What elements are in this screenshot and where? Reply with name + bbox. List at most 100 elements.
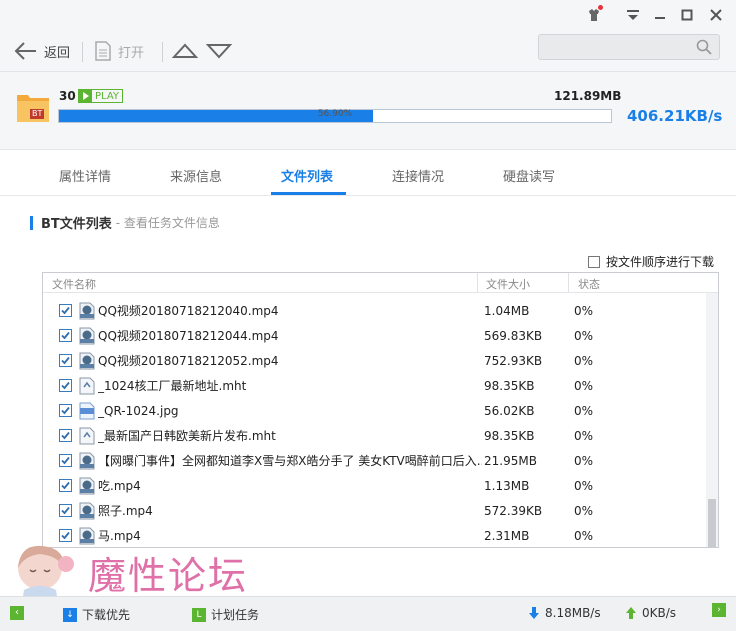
upload-speed-value: 0KB/s (642, 606, 677, 620)
table-row[interactable]: QQ视频20180718212040.mp4 1.04MB 0% (43, 298, 707, 323)
file-name: _QR-1024.jpg (98, 403, 179, 418)
file-status: 0% (574, 528, 594, 543)
scrollbar-thumb[interactable] (708, 499, 716, 547)
table-row[interactable]: 吃.mp4 1.13MB 0% (43, 473, 707, 498)
active-tab-indicator (271, 192, 346, 195)
back-button[interactable]: 返回 (14, 40, 70, 62)
row-checkbox[interactable] (59, 429, 72, 442)
section-title: BT文件列表 - 查看任务文件信息 (30, 213, 220, 232)
watermark-title: 魔性论坛 (88, 554, 249, 598)
skin-icon[interactable] (586, 5, 603, 23)
mp4-icon (79, 527, 95, 545)
row-checkbox[interactable] (59, 329, 72, 342)
move-down-button[interactable] (206, 40, 232, 62)
jpg-icon (79, 402, 95, 420)
download-priority-label: 下载优先 (82, 608, 131, 622)
clock-icon: L (192, 607, 206, 622)
download-priority-button[interactable]: ↓ 下载优先 (63, 606, 130, 623)
file-name: 照子.mp4 (98, 504, 153, 518)
global-download-speed: 8.18MB/s (528, 606, 601, 620)
file-status: 0% (574, 328, 594, 343)
maximize-icon[interactable] (679, 7, 695, 23)
mht-icon (79, 377, 95, 395)
toolbar: 返回 打开 (0, 30, 736, 72)
file-size: 2.31MB (484, 528, 530, 543)
mht-icon (79, 427, 95, 445)
sequential-download-checkbox[interactable] (588, 255, 600, 268)
table-row[interactable]: _QR-1024.jpg 56.02KB 0% (43, 398, 707, 423)
task-header: BT 30 PLAY 121.89MB 56.90% 406.21KB/s (0, 72, 736, 150)
row-checkbox[interactable] (59, 354, 72, 367)
file-name: QQ视频20180718212044.mp4 (98, 329, 279, 343)
file-size: 752.93KB (484, 353, 543, 368)
play-icon (79, 90, 92, 102)
table-row[interactable]: 照子.mp4 572.39KB 0% (43, 498, 707, 523)
open-label: 打开 (118, 45, 145, 61)
tab-file-list[interactable]: 文件列表 (281, 166, 333, 185)
file-size: 1.13MB (484, 478, 530, 493)
statusbar-more-button[interactable]: › (712, 603, 726, 617)
search-icon[interactable] (696, 39, 712, 55)
table-row[interactable]: 【网曝门事件】全网都知道李X雪与郑X皓分手了 美女KTV喝醉前口后入... 21.… (43, 448, 707, 473)
search-input[interactable] (538, 34, 720, 60)
document-icon (95, 41, 111, 61)
column-header-name[interactable]: 文件名称 (52, 276, 96, 292)
tab-connections[interactable]: 连接情况 (392, 166, 444, 185)
triangle-up-icon (172, 43, 198, 58)
row-checkbox[interactable] (59, 504, 72, 517)
collapse-button[interactable]: ‹ (10, 606, 24, 620)
table-row[interactable]: _最新国产日韩欧美新片发布.mht 98.35KB 0% (43, 423, 707, 448)
column-header-status[interactable]: 状态 (578, 276, 600, 292)
move-up-button[interactable] (172, 40, 198, 62)
section-subtitle: - 查看任务文件信息 (115, 216, 220, 230)
notification-dot (598, 5, 603, 10)
row-checkbox[interactable] (59, 479, 72, 492)
file-status: 0% (574, 303, 594, 318)
bt-folder-icon: BT (16, 91, 50, 123)
download-speed: 406.21KB/s (627, 107, 723, 125)
mp4-icon (79, 502, 95, 520)
title-bar (0, 0, 736, 30)
row-checkbox[interactable] (59, 379, 72, 392)
progress-text: 56.90% (317, 109, 353, 119)
table-row[interactable]: QQ视频20180718212052.mp4 752.93KB 0% (43, 348, 707, 373)
column-divider[interactable] (477, 273, 478, 293)
table-row[interactable]: QQ视频20180718212044.mp4 569.83KB 0% (43, 323, 707, 348)
column-header-size[interactable]: 文件大小 (486, 276, 530, 292)
section-accent-bar (30, 215, 33, 230)
task-size: 121.89MB (554, 89, 622, 103)
close-icon[interactable] (708, 7, 724, 23)
table-scrollbar[interactable] (706, 293, 718, 547)
play-button[interactable]: PLAY (78, 89, 124, 103)
play-label: PLAY (95, 90, 120, 102)
row-checkbox[interactable] (59, 454, 72, 467)
mp4-icon (79, 452, 95, 470)
open-button[interactable]: 打开 (94, 40, 144, 62)
sequential-download-option[interactable]: 按文件顺序进行下载 (588, 253, 714, 270)
menu-icon[interactable] (625, 7, 641, 23)
file-table: 文件名称 文件大小 状态 QQ视频20180718212040.mp4 1.04M… (42, 272, 719, 548)
table-row[interactable]: _1024核工厂最新地址.mht 98.35KB 0% (43, 373, 707, 398)
tab-disk-io[interactable]: 硬盘读写 (503, 166, 555, 185)
mp4-icon (79, 477, 95, 495)
tab-source[interactable]: 来源信息 (170, 166, 222, 185)
scheduled-task-button[interactable]: L 计划任务 (192, 606, 259, 623)
table-row[interactable]: 马.mp4 2.31MB 0% (43, 523, 707, 547)
global-upload-speed: 0KB/s (625, 606, 676, 620)
file-name: 马.mp4 (98, 529, 141, 543)
file-size: 98.35KB (484, 428, 535, 443)
row-checkbox[interactable] (59, 529, 72, 542)
tab-properties[interactable]: 属性详情 (59, 166, 111, 185)
triangle-down-icon (206, 44, 232, 59)
back-arrow-icon (14, 42, 36, 60)
minimize-icon[interactable] (652, 7, 668, 23)
download-speed-value: 8.18MB/s (545, 606, 601, 620)
back-label: 返回 (44, 45, 71, 61)
file-name: _1024核工厂最新地址.mht (98, 379, 247, 393)
column-divider[interactable] (568, 273, 569, 293)
progress-bar: 56.90% (58, 109, 612, 123)
scheduled-task-label: 计划任务 (211, 608, 260, 622)
row-checkbox[interactable] (59, 404, 72, 417)
status-bar: ‹ ↓ 下载优先 L 计划任务 8.18MB/s 0KB/s › (0, 596, 736, 631)
row-checkbox[interactable] (59, 304, 72, 317)
